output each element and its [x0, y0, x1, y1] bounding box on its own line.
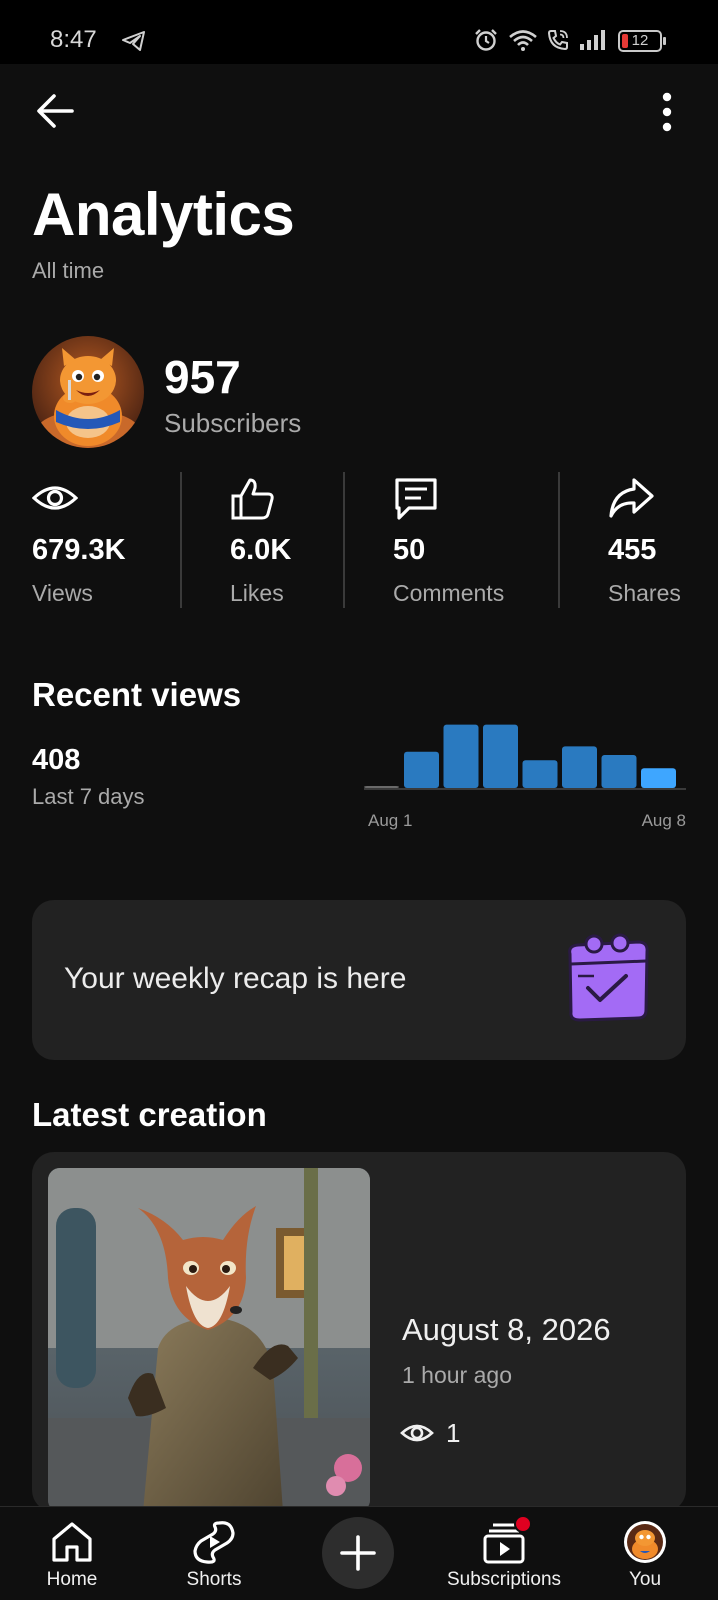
- stat-label: Comments: [393, 580, 505, 606]
- latest-creation-card[interactable]: August 8, 2026 1 hour ago 1: [32, 1152, 686, 1512]
- alarm-icon: [475, 29, 497, 51]
- nav-home-label: Home: [46, 1569, 98, 1590]
- recent-views-title: Recent views: [32, 676, 242, 713]
- latest-creation-title: Latest creation: [32, 1096, 267, 1133]
- nav-subscriptions[interactable]: Subscriptions: [432, 1507, 576, 1600]
- stat-value: 50: [393, 534, 426, 566]
- create-button[interactable]: [322, 1517, 394, 1589]
- battery-icon: 12: [618, 30, 666, 52]
- x-tick-label: Aug 8: [642, 811, 686, 830]
- nav-shorts[interactable]: Shorts: [166, 1507, 262, 1600]
- chart-bar: [641, 768, 676, 788]
- thumbs-up-icon: [231, 478, 274, 520]
- stat-value: 6.0K: [230, 534, 292, 566]
- plus-icon: [340, 1535, 376, 1571]
- stat-shares: 455 Shares: [608, 476, 708, 616]
- x-tick-label: Aug 1: [368, 811, 412, 830]
- recent-views-chart[interactable]: Aug 1 Aug 8: [364, 700, 686, 836]
- home-icon: [52, 1522, 92, 1562]
- stat-value: 455: [608, 534, 657, 566]
- more-vert-icon[interactable]: [660, 90, 674, 134]
- shorts-icon: [193, 1521, 235, 1564]
- video-thumbnail[interactable]: [48, 1168, 370, 1512]
- notification-badge-icon: [514, 1515, 532, 1533]
- chart-bar: [562, 746, 597, 788]
- creation-time-ago: 1 hour ago: [402, 1362, 512, 1388]
- weekly-recap-text: Your weekly recap is here: [64, 962, 407, 995]
- comment-icon: [395, 478, 437, 520]
- creation-date: August 8, 2026: [402, 1312, 611, 1347]
- nav-shorts-label: Shorts: [186, 1569, 242, 1590]
- chart-bar: [404, 751, 439, 788]
- share-icon: [609, 478, 654, 518]
- stat-likes: 6.0K Likes: [230, 476, 340, 616]
- eye-icon: [400, 1424, 434, 1442]
- subscriber-count: 957: [164, 351, 241, 403]
- weekly-recap-card[interactable]: Your weekly recap is here: [32, 900, 686, 1060]
- stat-value: 679.3K: [32, 534, 126, 566]
- chart-bar: [601, 755, 637, 788]
- signal-icon: [580, 30, 605, 50]
- channel-avatar[interactable]: [32, 336, 144, 448]
- stat-divider: [558, 472, 560, 608]
- chart-bar: [483, 724, 518, 788]
- status-bar: 8:47 12: [0, 0, 718, 64]
- battery-percent: 12: [631, 32, 649, 49]
- nav-subscriptions-label: Subscriptions: [446, 1569, 562, 1590]
- bottom-nav: Home Shorts Subscriptions You: [0, 1506, 718, 1600]
- telegram-icon: [122, 31, 145, 51]
- recent-views-label: Last 7 days: [32, 784, 145, 809]
- eye-icon: [32, 486, 78, 510]
- page-title: Analytics: [32, 181, 295, 248]
- profile-avatar-icon: [624, 1521, 666, 1563]
- status-time: 8:47: [50, 26, 97, 53]
- nav-you-label: You: [628, 1569, 662, 1590]
- page-subtitle: All time: [32, 258, 105, 283]
- chart-bar: [443, 724, 479, 788]
- calendar-check-icon: [568, 933, 649, 1022]
- stat-divider: [180, 472, 182, 608]
- nav-you[interactable]: You: [600, 1507, 690, 1600]
- stat-comments: 50 Comments: [393, 476, 553, 616]
- creation-view-count: 1: [446, 1418, 461, 1448]
- chart-bar: [522, 760, 558, 788]
- stat-views: 679.3K Views: [32, 476, 172, 616]
- stat-label: Views: [32, 580, 93, 606]
- stat-label: Likes: [230, 580, 284, 606]
- stat-label: Shares: [608, 580, 681, 606]
- nav-home[interactable]: Home: [24, 1507, 120, 1600]
- recent-views-value: 408: [32, 744, 81, 776]
- wifi-icon: [509, 30, 537, 51]
- subscriber-label: Subscribers: [164, 408, 302, 438]
- chart-bar: [364, 786, 399, 788]
- wifi-call-icon: [547, 30, 568, 51]
- stat-divider: [343, 472, 345, 608]
- back-arrow-icon[interactable]: [34, 90, 76, 132]
